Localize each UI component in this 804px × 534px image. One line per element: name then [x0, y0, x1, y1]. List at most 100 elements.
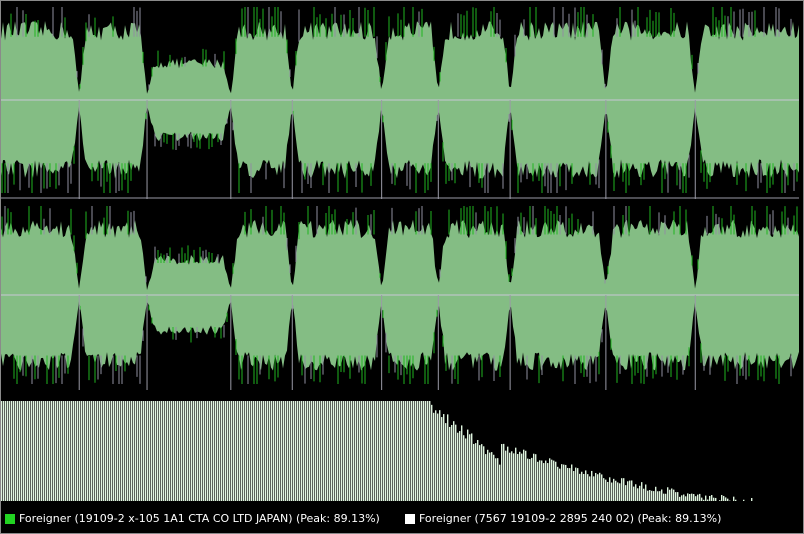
spectrum-bar — [707, 499, 709, 501]
spectrum-bar — [11, 401, 13, 501]
spectrum-bar — [615, 480, 617, 501]
spectrum-bar — [497, 458, 499, 501]
spectrum-bar — [579, 473, 581, 501]
spectrum-bar — [319, 401, 321, 501]
spectrum-bar — [63, 401, 65, 501]
spectrum-bar — [643, 488, 645, 501]
spectrum-bar — [193, 401, 195, 501]
spectrum-bar — [277, 401, 279, 501]
spectrum-bar — [303, 401, 305, 501]
spectrum-bar-group — [1, 401, 753, 501]
spectrum-bar — [21, 401, 23, 501]
spectrum-bar — [677, 492, 679, 501]
spectrum-bar — [267, 401, 269, 501]
spectrum-bar — [99, 401, 101, 501]
spectrum-bar — [221, 401, 223, 501]
spectrum-bar — [545, 460, 547, 501]
spectrum-bar — [279, 401, 281, 501]
spectrum-bar — [569, 468, 571, 501]
spectrum-bar — [17, 401, 19, 501]
spectrum-bar — [133, 401, 135, 501]
spectrum-bar — [13, 401, 15, 501]
spectrum-bar — [331, 401, 333, 501]
spectrum-bar — [511, 451, 513, 501]
spectrum-bar — [515, 447, 517, 501]
spectrum-bar — [83, 401, 85, 501]
spectrum-bar — [351, 401, 353, 501]
spectrum-bar — [203, 401, 205, 501]
spectrum-bar — [697, 494, 699, 501]
spectrum-bar — [271, 401, 273, 501]
spectrum-bar — [389, 401, 391, 501]
spectrum-bar — [661, 489, 663, 501]
legend: Foreigner (19109-2 x-105 1A1 CTA CO LTD … — [1, 509, 799, 529]
spectrum-bar — [465, 438, 467, 501]
spectrum-bar — [633, 486, 635, 501]
spectrum-bar — [355, 401, 357, 501]
spectrum-bar — [503, 443, 505, 501]
spectrum-bar — [289, 401, 291, 501]
spectrum-bar — [521, 453, 523, 501]
spectrum-bar — [549, 458, 551, 501]
spectrum-bar — [469, 434, 471, 501]
spectrum-bar — [371, 401, 373, 501]
spectrum-bar — [689, 493, 691, 501]
spectrum-bar — [609, 477, 611, 501]
spectrum-bar — [9, 401, 11, 501]
spectrum-bar — [563, 464, 565, 501]
spectrum-bar — [79, 401, 81, 501]
spectrum-bar — [435, 410, 437, 501]
spectrum-bar — [215, 401, 217, 501]
spectrum-bar — [299, 401, 301, 501]
spectrum-bar — [73, 401, 75, 501]
spectrum-bar — [695, 496, 697, 501]
spectrum-bar — [121, 401, 123, 501]
spectrum-bar — [219, 401, 221, 501]
spectrum-bar — [619, 483, 621, 501]
spectrum-bar — [543, 463, 545, 501]
spectrum-bar — [623, 478, 625, 501]
spectrum-bar — [375, 401, 377, 501]
swatch-white-icon — [405, 513, 415, 524]
spectrum-bar — [509, 452, 511, 501]
spectrum-bar — [457, 432, 459, 501]
spectrum-bar — [537, 461, 539, 501]
spectrum-bar — [335, 401, 337, 501]
spectrum-bar — [621, 478, 623, 501]
spectrum-bar — [211, 401, 213, 501]
spectrum-bar — [189, 401, 191, 501]
spectrum-bar — [635, 484, 637, 501]
spectrum-bar — [199, 401, 201, 501]
spectrum-bar — [251, 401, 253, 501]
spectrum-plot — [1, 401, 799, 501]
waveform-left-plot — [1, 7, 799, 199]
spectrum-bar — [501, 444, 503, 501]
spectrum-bar — [377, 401, 379, 501]
spectrum-bar — [459, 431, 461, 501]
spectrum-bar — [249, 401, 251, 501]
spectrum-bar — [175, 401, 177, 501]
spectrum-bar — [85, 401, 87, 501]
spectrum-bar — [123, 401, 125, 501]
spectrum-bar — [5, 401, 7, 501]
spectrum-bar — [201, 401, 203, 501]
waveform-right-plot — [1, 206, 799, 390]
spectrum-bar — [235, 401, 237, 501]
spectrum-bar — [449, 426, 451, 501]
spectrum-bar — [751, 498, 753, 501]
spectrum-bar — [141, 401, 143, 501]
spectrum-bar — [721, 494, 723, 501]
spectrum-bar — [481, 444, 483, 501]
spectrum-bar — [313, 401, 315, 501]
spectrum-bar — [71, 401, 73, 501]
spectrum-bar — [413, 401, 415, 501]
spectrum-bar — [743, 499, 745, 501]
spectrum-bar — [407, 401, 409, 501]
spectrum-bar — [227, 401, 229, 501]
spectrum-bar — [461, 425, 463, 501]
spectrum-bar — [77, 401, 79, 501]
spectrum-bar — [117, 401, 119, 501]
spectrum-bar — [333, 401, 335, 501]
spectrum-bar — [445, 423, 447, 501]
spectrum-bar — [329, 401, 331, 501]
